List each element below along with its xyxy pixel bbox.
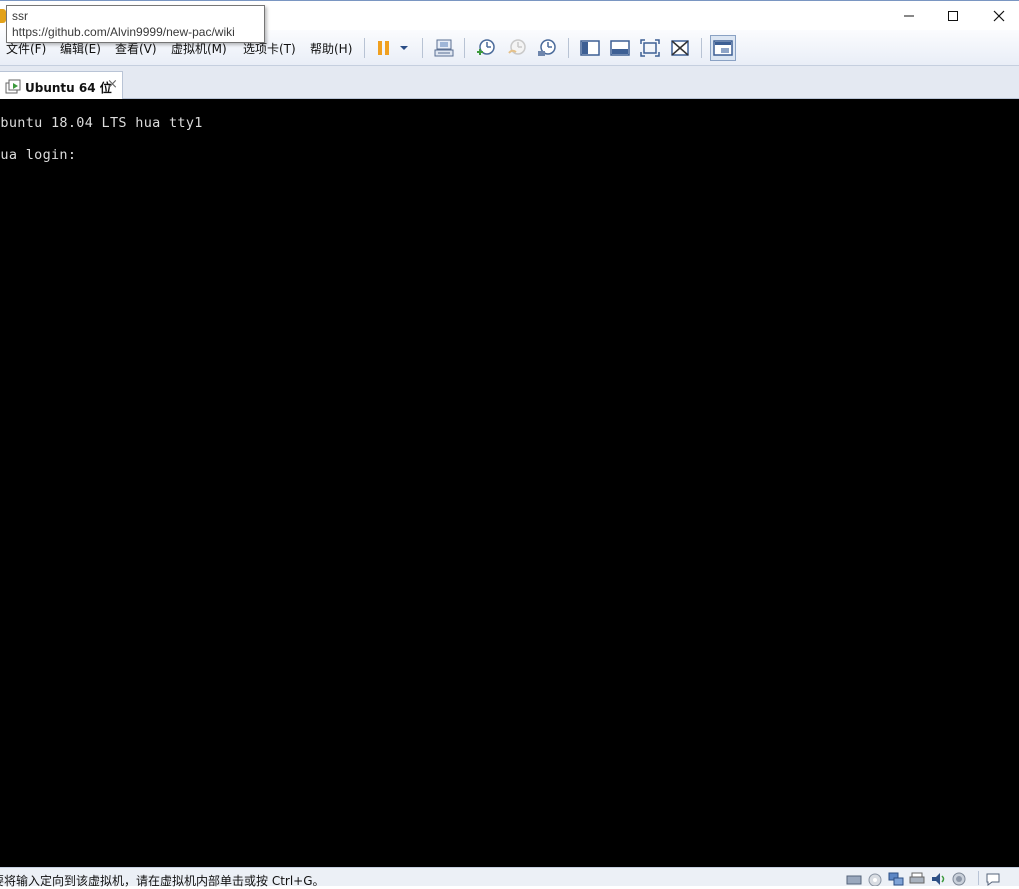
- console-view-icon: [713, 40, 733, 56]
- network-adapter-icon[interactable]: [888, 872, 904, 886]
- unity-button[interactable]: [668, 36, 692, 60]
- snapshot-take-button[interactable]: [474, 36, 498, 60]
- console-banner: Ubuntu 18.04 LTS hua tty1: [0, 115, 203, 131]
- library-button[interactable]: [578, 36, 602, 60]
- minimize-icon: [904, 15, 914, 16]
- thumbnail-bar-button[interactable]: [608, 36, 632, 60]
- vm-icon: [5, 79, 21, 94]
- pause-icon: [378, 41, 389, 55]
- hard-disk-icon[interactable]: [846, 872, 862, 886]
- snapshot-take-icon: [477, 39, 495, 55]
- chevron-down-icon: [400, 46, 408, 50]
- library-icon: [580, 40, 600, 56]
- toolbar-separator: [364, 38, 365, 58]
- thumbnail-bar-icon: [610, 40, 630, 56]
- tooltip-url: https://github.com/Alvin9999/new-pac/wik…: [12, 25, 235, 39]
- fullscreen-icon: [640, 39, 660, 57]
- tooltip-title: ssr: [12, 9, 28, 23]
- cd-dvd-icon[interactable]: [867, 872, 883, 886]
- close-button[interactable]: [976, 1, 1019, 30]
- message-log-icon[interactable]: [985, 872, 1001, 886]
- minimize-button[interactable]: [886, 1, 932, 30]
- tab-close-button[interactable]: ×: [107, 77, 118, 92]
- send-ctrl-alt-del-button[interactable]: [432, 36, 456, 60]
- status-separator: [978, 871, 979, 885]
- printer-icon[interactable]: [909, 872, 925, 886]
- menu-help[interactable]: 帮助(H): [310, 40, 352, 57]
- console-login-prompt: hua login:: [0, 147, 77, 163]
- vm-console[interactable]: Ubuntu 18.04 LTS hua tty1 hua login:: [0, 99, 1019, 867]
- link-tooltip: ssr https://github.com/Alvin9999/new-pac…: [6, 5, 265, 43]
- fullscreen-button[interactable]: [638, 36, 662, 60]
- maximize-button[interactable]: [930, 1, 976, 30]
- usb-device-icon[interactable]: [951, 872, 967, 886]
- snapshot-manager-button[interactable]: [535, 36, 559, 60]
- vm-tab-strip: Ubuntu 64 位 ×: [0, 66, 1019, 99]
- status-bar: 要将输入定向到该虚拟机，请在虚拟机内部单击或按 Ctrl+G。: [0, 867, 1019, 888]
- snapshot-revert-button[interactable]: [505, 36, 529, 60]
- snapshot-revert-icon: [508, 39, 526, 55]
- sound-card-icon[interactable]: [930, 872, 946, 886]
- unity-icon: [671, 40, 689, 56]
- send-ctrl-alt-del-icon: [434, 39, 454, 57]
- close-icon: [993, 10, 1005, 21]
- power-dropdown-button[interactable]: [394, 36, 414, 60]
- pause-button[interactable]: [372, 36, 396, 60]
- toolbar-separator: [422, 38, 423, 58]
- snapshot-manager-icon: [538, 39, 556, 56]
- tab-label: Ubuntu 64 位: [25, 81, 112, 95]
- status-message: 要将输入定向到该虚拟机，请在虚拟机内部单击或按 Ctrl+G。: [0, 874, 325, 888]
- tab-ubuntu[interactable]: Ubuntu 64 位 ×: [0, 71, 123, 99]
- toolbar-separator: [568, 38, 569, 58]
- maximize-icon: [948, 10, 958, 21]
- console-view-button[interactable]: [710, 35, 736, 61]
- toolbar-separator: [464, 38, 465, 58]
- toolbar-separator: [701, 38, 702, 58]
